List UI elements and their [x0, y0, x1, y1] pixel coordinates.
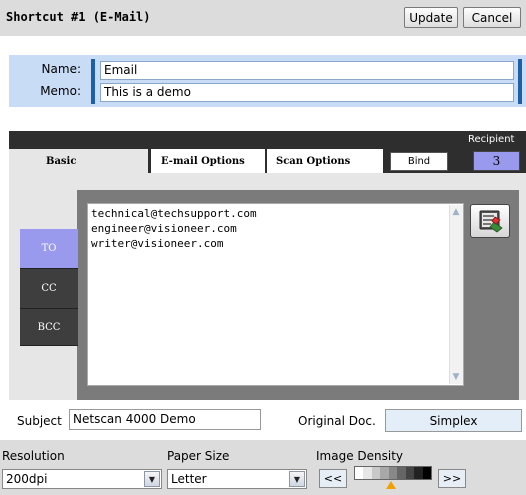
recipient-count: 3	[473, 151, 520, 171]
field-accent-bar	[518, 59, 522, 104]
address-book-icon	[479, 210, 503, 233]
tab-email-options[interactable]: E-mail Options	[151, 149, 265, 173]
image-density-label: Image Density	[316, 449, 404, 463]
page-title: Shortcut #1 (E-Mail)	[6, 10, 151, 24]
tab-scan-options[interactable]: Scan Options	[267, 149, 383, 173]
memo-label: Memo:	[40, 84, 81, 98]
update-button[interactable]: Update	[404, 7, 458, 28]
density-decrease-button[interactable]: <<	[319, 469, 347, 488]
density-scale[interactable]	[354, 466, 432, 480]
bind-button[interactable]: Bind	[390, 152, 448, 171]
memo-field[interactable]: This is a demo	[100, 83, 514, 102]
subject-field[interactable]: Netscan 4000 Demo	[69, 409, 261, 430]
subject-label: Subject	[17, 414, 62, 428]
recipient-type-bcc[interactable]: BCC	[20, 309, 78, 346]
density-marker-icon	[386, 481, 396, 489]
address-textarea[interactable]: technical@techsupport.com engineer@visio…	[87, 203, 464, 386]
tab-basic[interactable]: Basic	[9, 149, 148, 173]
field-accent-bar	[91, 59, 95, 104]
chevron-down-icon[interactable]: ▼	[289, 471, 305, 487]
recipient-type-cc[interactable]: CC	[20, 269, 78, 309]
name-label: Name:	[41, 62, 81, 76]
recipient-label: Recipient	[468, 134, 515, 145]
resolution-select[interactable]: 200dpi	[2, 469, 162, 489]
resolution-label: Resolution	[2, 449, 65, 463]
address-scrollbar[interactable]	[449, 205, 463, 384]
scroll-up-icon[interactable]: ▲	[449, 205, 463, 219]
original-doc-button[interactable]: Simplex	[385, 409, 522, 432]
recipient-type-to[interactable]: TO	[20, 229, 78, 269]
density-increase-button[interactable]: >>	[438, 469, 466, 488]
address-book-button[interactable]	[470, 204, 510, 238]
name-field[interactable]: Email	[100, 61, 514, 80]
paper-size-label: Paper Size	[167, 449, 230, 463]
paper-size-select[interactable]: Letter	[167, 469, 307, 489]
original-doc-label: Original Doc.	[298, 414, 376, 428]
scroll-down-icon[interactable]: ▼	[449, 370, 463, 384]
cancel-button[interactable]: Cancel	[463, 7, 521, 28]
chevron-down-icon[interactable]: ▼	[144, 471, 160, 487]
